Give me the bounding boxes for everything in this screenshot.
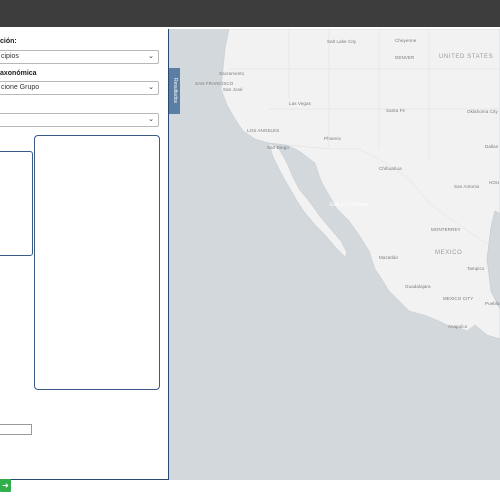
filter-select-2-value: cione Grupo [1,84,40,91]
map-label-mazatlan: Mazatlán [379,255,399,260]
filter-select-1[interactable]: cipios ⌄ [0,50,159,64]
map-label-santa-fe: Santa Fe [386,108,406,113]
next-button[interactable]: ➜ [0,479,11,492]
map-label-oklahoma-city: Oklahoma City [467,109,498,114]
selection-list-right[interactable] [34,135,160,390]
selection-list-left[interactable] [0,151,33,256]
map-label-san-francisco: SAN FRANCISCO [195,81,234,86]
map-label-las-vegas: Las Vegas [289,101,311,106]
text-input[interactable] [0,424,32,435]
map-label-chihuahua: Chihuahua [379,166,402,171]
results-tab[interactable]: Resultados [169,68,180,114]
map-label-cheyenne: Cheyenne [395,38,417,43]
map-label-salt-lake-city: Salt Lake City [327,39,357,44]
panel-bottom-border [0,479,169,480]
map-label-sacramento: Sacramento [219,71,245,76]
chevron-down-icon: ⌄ [148,116,154,123]
arrow-right-icon: ➜ [2,481,9,490]
map-label-san-diego: San Diego [267,145,289,150]
filter-label-1: ción: [0,38,17,45]
map-label-mexico: MEXICO [435,250,463,256]
chevron-down-icon: ⌄ [148,53,154,60]
filter-select-1-value: cipios [1,53,19,60]
map-label-san-antonio: San Antonio [454,184,480,189]
filter-label-2: axonómica [0,70,37,77]
map-label-monterrey: MONTERREY [431,227,461,232]
map-label-gulf-of-california: Gulf of California [329,202,369,208]
filter-select-3[interactable]: ⌄ [0,113,159,127]
map-label-acapulco: Acapulco [448,324,468,329]
filter-select-2[interactable]: cione Grupo ⌄ [0,81,159,95]
filter-panel: ción: cipios ⌄ axonómica cione Grupo ⌄ ⌄ [0,29,168,480]
map-label-united-states: UNITED STATES [439,54,494,60]
map-label-denver: DENVER [395,55,415,60]
map-label-phoenix: Phoenix [324,136,341,141]
map-label-dallas: Dallas [485,144,499,149]
map-label-guadalajara: Guadalajara [405,284,431,289]
top-bar [0,0,500,27]
map-label-san-jose: San José [223,87,243,92]
map-label-puebla: Puebla [485,301,500,306]
map-label-tampico: Tampico [467,266,485,271]
map-label-los-angeles: LOS ANGELES [247,128,280,133]
map-label-mexico-city: MEXICO CITY [443,296,474,301]
map-label-houston: HOU [489,180,500,185]
chevron-down-icon: ⌄ [148,84,154,91]
map-view[interactable]: Salt Lake City Cheyenne DENVER UNITED ST… [169,29,500,480]
